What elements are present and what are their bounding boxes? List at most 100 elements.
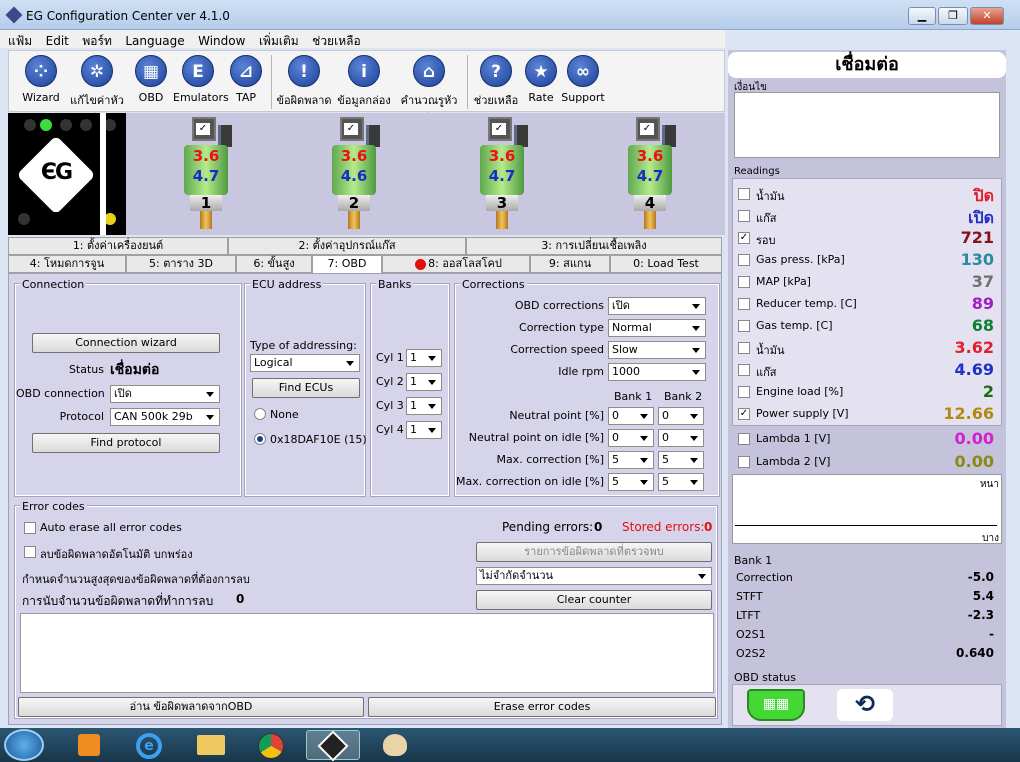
tab-tuning-mode[interactable]: 4: โหมดการจูน bbox=[8, 255, 126, 273]
protocol-select[interactable]: CAN 500k 29b bbox=[110, 408, 220, 426]
refresh-icon[interactable]: ⟲ bbox=[837, 689, 893, 721]
reading-checkbox[interactable] bbox=[738, 320, 750, 332]
cyl-4-bank-select[interactable]: 1 bbox=[406, 421, 442, 439]
lambda-row: Lambda 2 [V] 0.00 bbox=[734, 451, 998, 473]
minimize-button[interactable]: ▁ bbox=[908, 7, 936, 25]
reading-checkbox[interactable] bbox=[738, 276, 750, 288]
reading-checkbox[interactable]: ✓ bbox=[738, 408, 750, 420]
error-list-button[interactable]: รายการข้อผิดพลาดที่ตรวจพบ bbox=[476, 542, 712, 562]
auto-erase-faulty-checkbox[interactable] bbox=[24, 546, 36, 558]
close-button[interactable]: ✕ bbox=[970, 7, 1004, 25]
taskbar: e bbox=[0, 728, 1020, 762]
bank-value: 0.640 bbox=[956, 646, 994, 660]
injector-checkbox[interactable]: ✓ bbox=[344, 123, 358, 135]
tab-3d-map[interactable]: 5: ตาราง 3D bbox=[126, 255, 236, 273]
toolbar-info-button[interactable]: i ข้อมูลกล่อง bbox=[335, 55, 393, 109]
correction-type-select[interactable]: Normal bbox=[608, 319, 706, 337]
tab-advanced[interactable]: 6: ขั้นสูง bbox=[236, 255, 312, 273]
tab-obd[interactable]: 7: OBD bbox=[312, 255, 382, 273]
toolbar-support-button[interactable]: ∞ Support bbox=[561, 55, 605, 104]
toolbar-emulators-button[interactable]: E Emulators bbox=[173, 55, 229, 104]
error-codes-list[interactable] bbox=[20, 613, 714, 693]
reading-checkbox[interactable] bbox=[738, 254, 750, 266]
cyl-2-bank-select[interactable]: 1 bbox=[406, 373, 442, 391]
taskbar-ie-icon[interactable]: e bbox=[122, 730, 176, 760]
max-correction-idle-bank1-select[interactable]: 5 bbox=[608, 473, 654, 491]
connection-group: Connection Connection wizard Status เชื่… bbox=[14, 278, 242, 497]
toolbar-tap-button[interactable]: ⊿ TAP bbox=[227, 55, 265, 104]
toolbar: ⁘Wizard ✲แก้ไขค่าหัวฉีด ▦OBD EEmulators … bbox=[8, 50, 725, 125]
menu-window[interactable]: Window bbox=[193, 32, 250, 50]
erase-error-codes-button[interactable]: Erase error codes bbox=[368, 697, 716, 717]
tab-gas-settings[interactable]: 2: ตั้งค่าอุปกรณ์แก๊ส bbox=[228, 237, 466, 255]
correction-speed-select[interactable]: Slow bbox=[608, 341, 706, 359]
reading-checkbox[interactable] bbox=[738, 364, 750, 376]
find-ecus-button[interactable]: Find ECUs bbox=[252, 378, 360, 398]
neutral-point-idle-bank2-select[interactable]: 0 bbox=[658, 429, 704, 447]
clear-counter-button[interactable]: Clear counter bbox=[476, 590, 712, 610]
radio-ecu-address[interactable] bbox=[254, 433, 266, 445]
start-button[interactable] bbox=[4, 729, 44, 761]
menu-edit[interactable]: Edit bbox=[41, 32, 74, 50]
max-errors-select[interactable]: ไม่จำกัดจำนวน bbox=[476, 567, 712, 585]
injector-checkbox[interactable]: ✓ bbox=[196, 123, 210, 135]
injector-4[interactable]: ✓ 3.6 4.7 4 bbox=[612, 117, 688, 229]
tab-engine-settings[interactable]: 1: ตั้งค่าเครื่องยนต์ bbox=[8, 237, 228, 255]
toolbar-errors-button[interactable]: ! ข้อผิดพลาด bbox=[273, 55, 335, 109]
menu-language[interactable]: Language bbox=[120, 32, 189, 50]
connection-wizard-button[interactable]: Connection wizard bbox=[32, 333, 220, 353]
tab-fuel-switch[interactable]: 3: การเปลี่ยนเชื้อเพลิง bbox=[466, 237, 722, 255]
injector-checkbox[interactable]: ✓ bbox=[640, 123, 654, 135]
find-protocol-button[interactable]: Find protocol bbox=[32, 433, 220, 453]
taskbar-media-player-icon[interactable] bbox=[62, 730, 116, 760]
addressing-type-select[interactable]: Logical bbox=[250, 354, 360, 372]
lambda-checkbox[interactable] bbox=[738, 433, 750, 445]
read-obd-errors-button[interactable]: อ่าน ข้อผิดพลาดจากOBD bbox=[18, 697, 364, 717]
lambda-checkbox[interactable] bbox=[738, 456, 750, 468]
group-title: Corrections bbox=[460, 278, 527, 291]
cyl-1-bank-select[interactable]: 1 bbox=[406, 349, 442, 367]
lambda-value: 0.00 bbox=[954, 452, 994, 471]
tab-scan[interactable]: 9: สแกน bbox=[530, 255, 610, 273]
max-correction-bank1-select[interactable]: 5 bbox=[608, 451, 654, 469]
injector-number: 1 bbox=[190, 195, 222, 211]
group-title: Error codes bbox=[20, 500, 87, 513]
reading-checkbox[interactable] bbox=[738, 298, 750, 310]
neutral-point-idle-bank1-select[interactable]: 0 bbox=[608, 429, 654, 447]
radio-none[interactable] bbox=[254, 408, 266, 420]
erased-counter-value: 0 bbox=[236, 592, 245, 606]
injector-3[interactable]: ✓ 3.6 4.7 3 bbox=[464, 117, 540, 229]
injector-1[interactable]: ✓ 3.6 4.7 1 bbox=[168, 117, 244, 229]
neutral-point-bank1-select[interactable]: 0 bbox=[608, 407, 654, 425]
max-correction-idle-bank2-select[interactable]: 5 bbox=[658, 473, 704, 491]
toolbar-help-button[interactable]: ? ช่วยเหลือ bbox=[471, 55, 521, 109]
injector-2[interactable]: ✓ 3.6 4.6 2 bbox=[316, 117, 392, 229]
taskbar-paint-icon[interactable] bbox=[368, 730, 422, 760]
taskbar-chrome-icon[interactable] bbox=[244, 730, 298, 760]
reading-checkbox[interactable] bbox=[738, 210, 750, 222]
taskbar-explorer-icon[interactable] bbox=[184, 730, 238, 760]
injector-nozzle bbox=[644, 211, 656, 229]
obd-connection-select[interactable]: เปิด bbox=[110, 385, 220, 403]
auto-erase-checkbox[interactable] bbox=[24, 522, 36, 534]
idle-rpm-select[interactable]: 1000 bbox=[608, 363, 706, 381]
toolbar-obd-button[interactable]: ▦ OBD bbox=[133, 55, 169, 104]
injector-checkbox[interactable]: ✓ bbox=[492, 123, 506, 135]
led-indicator bbox=[40, 119, 52, 131]
reading-value: 12.66 bbox=[943, 404, 994, 423]
reading-checkbox[interactable] bbox=[738, 342, 750, 354]
obd-corrections-select[interactable]: เปิด bbox=[608, 297, 706, 315]
cyl-3-bank-select[interactable]: 1 bbox=[406, 397, 442, 415]
max-correction-bank2-select[interactable]: 5 bbox=[658, 451, 704, 469]
taskbar-eg-icon[interactable] bbox=[306, 730, 360, 762]
reading-checkbox[interactable] bbox=[738, 386, 750, 398]
reading-checkbox[interactable] bbox=[738, 188, 750, 200]
toolbar-rate-button[interactable]: ★ Rate bbox=[523, 55, 559, 104]
toolbar-wizard-button[interactable]: ⁘ Wizard bbox=[17, 55, 65, 104]
tab-oscilloscope[interactable]: 8: ออสโลสโคป bbox=[382, 255, 530, 273]
restore-button[interactable]: ❐ bbox=[938, 7, 968, 25]
reading-checkbox[interactable]: ✓ bbox=[738, 232, 750, 244]
tab-load-test[interactable]: 0: Load Test bbox=[610, 255, 722, 273]
reading-row: น้ำมัน ปิด bbox=[734, 183, 998, 205]
neutral-point-bank2-select[interactable]: 0 bbox=[658, 407, 704, 425]
